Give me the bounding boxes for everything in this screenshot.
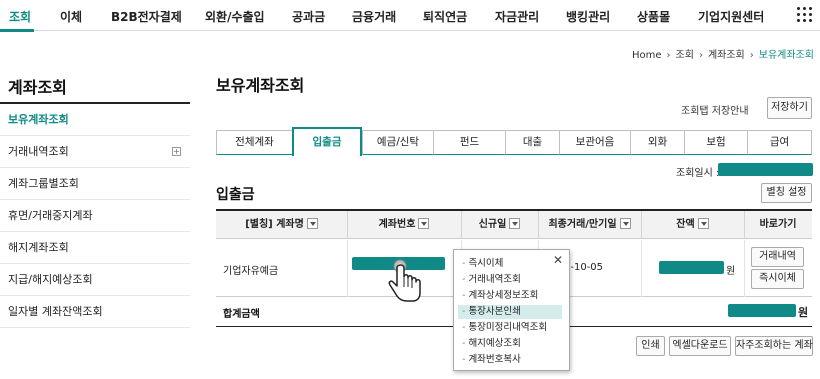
popup-item-closure-estimate[interactable]: - 해지예상조회: [458, 337, 562, 351]
expand-icon[interactable]: +: [172, 147, 181, 156]
sidebar-item-label: 거래내역조회: [8, 145, 69, 158]
popup-item-unposted[interactable]: - 통장미정리내역조회: [458, 321, 562, 335]
excel-download-button[interactable]: 엑셀다운로드: [669, 336, 731, 356]
account-context-popup: ✕ - 즉시이체 - 거래내역조회 - 계좌상세정보조회 - 통장사본인쇄 - 통장미정리…: [453, 249, 570, 371]
column-header-open-date: 신규일: [461, 211, 538, 239]
sort-dropdown-icon[interactable]: [306, 217, 318, 229]
nav-item-inquiry[interactable]: 조회: [9, 8, 31, 25]
tab-fund[interactable]: 펀드: [433, 130, 506, 155]
popup-item-passbook-copy[interactable]: - 통장사본인쇄: [458, 305, 562, 319]
sidebar-item-daily-balance[interactable]: 일자별 계좌잔액조회: [0, 296, 190, 328]
nav-item-b2b[interactable]: B2B전자결제: [111, 8, 182, 25]
tab-loan[interactable]: 대출: [505, 130, 560, 155]
page-title: 보유계좌조회: [216, 76, 305, 95]
column-header-shortcut: 바로가기: [759, 219, 797, 230]
sidebar-item-group[interactable]: 계좌그룹별조회: [0, 168, 190, 200]
breadcrumb-home[interactable]: Home: [632, 50, 662, 61]
tab-savings-trust[interactable]: 예금/신탁: [362, 130, 434, 155]
column-header-alias: [별칭] 계좌명: [216, 211, 347, 239]
column-header-last-date: 최종거래/만기일: [538, 211, 641, 239]
nav-item-finance[interactable]: 금융거래: [352, 8, 396, 25]
print-button[interactable]: 인쇄: [636, 336, 665, 356]
sidebar-item-holdings[interactable]: 보유계좌조회: [0, 104, 190, 136]
nav-item-support[interactable]: 기업지원센터: [698, 8, 764, 25]
save-button[interactable]: 저장하기: [767, 97, 812, 119]
column-header-balance: 잔액: [641, 211, 744, 239]
tab-insurance[interactable]: 보험: [684, 130, 748, 155]
tab-all[interactable]: 전체계좌: [216, 130, 293, 155]
sidebar-item-transactions[interactable]: 거래내역조회 +: [0, 136, 190, 168]
total-unit: 원: [798, 306, 809, 319]
total-amount-value: [728, 304, 796, 317]
account-name-cell: 기업자유예금: [223, 266, 279, 277]
instant-transfer-button[interactable]: 즉시이체: [751, 269, 804, 289]
sort-dropdown-icon[interactable]: [619, 217, 631, 229]
popup-item-history[interactable]: - 거래내역조회: [458, 273, 562, 287]
tab-foreign[interactable]: 외화: [630, 130, 685, 155]
tab-bills[interactable]: 보관어음: [559, 130, 631, 155]
inquiry-time-value: [718, 163, 813, 176]
sidebar-item-dormant[interactable]: 휴면/거래중지계좌: [0, 200, 190, 232]
sort-dropdown-icon[interactable]: [697, 217, 709, 229]
popup-item-copy-number[interactable]: - 계좌번호복사: [458, 353, 562, 367]
sort-dropdown-icon[interactable]: [418, 217, 430, 229]
breadcrumb-current: 보유계좌조회: [758, 50, 814, 61]
tab-salary[interactable]: 급여: [747, 130, 812, 155]
nav-item-transfer[interactable]: 이체: [60, 8, 82, 25]
nav-item-fund-mgmt[interactable]: 자금관리: [495, 8, 539, 25]
tab-deposit-withdrawal[interactable]: 입출금: [292, 127, 362, 156]
breadcrumb-inquiry[interactable]: 조회: [676, 50, 694, 61]
column-header-account-number: 계좌번호: [347, 211, 461, 239]
sort-dropdown-icon[interactable]: [509, 217, 521, 229]
balance-value: [659, 261, 724, 274]
transaction-history-button[interactable]: 거래내역: [751, 247, 804, 267]
all-menu-icon[interactable]: [797, 7, 812, 22]
favorite-accounts-button[interactable]: 자주조회하는 계좌: [735, 336, 813, 356]
sidebar-title: 계좌조회: [8, 78, 67, 97]
chevron-right-icon: ›: [749, 50, 754, 61]
breadcrumb-account[interactable]: 계좌조회: [708, 50, 745, 61]
popup-item-transfer[interactable]: - 즉시이체: [458, 257, 562, 271]
nav-active-indicator: [0, 29, 34, 32]
breadcrumb: Home › 조회 › 계좌조회 › 보유계좌조회: [632, 46, 814, 61]
balance-unit: 원: [726, 266, 736, 277]
nav-item-banking-mgmt[interactable]: 뱅킹관리: [566, 8, 610, 25]
alias-settings-button[interactable]: 별칭 설정: [761, 183, 812, 203]
section-title: 입출금: [216, 187, 255, 203]
chevron-right-icon: ›: [666, 50, 671, 61]
nav-item-forex[interactable]: 외환/수출입: [205, 8, 265, 25]
hand-pointer-icon: [388, 259, 421, 302]
table-header: [별칭] 계좌명 계좌번호 신규일 최종거래/만기일 잔액 바로가기: [216, 211, 812, 239]
total-label: 합계금액: [223, 309, 260, 320]
chevron-right-icon: ›: [698, 50, 703, 61]
sidebar-item-expected[interactable]: 지급/해지예상조회: [0, 264, 190, 296]
nav-item-shop[interactable]: 상품몰: [637, 8, 670, 25]
nav-item-pension[interactable]: 퇴직연금: [423, 8, 467, 25]
popup-item-details[interactable]: - 계좌상세정보조회: [458, 289, 562, 303]
tab-save-guide-link[interactable]: 조회탭 저장안내: [681, 102, 749, 117]
inquiry-time-label: 조회일시 :: [676, 168, 720, 179]
sidebar-item-closed[interactable]: 해지계좌조회: [0, 232, 190, 264]
top-navigation: 조회 이체 B2B전자결제 외환/수출입 공과금 금융거래 퇴직연금 자금관리 …: [0, 0, 820, 32]
account-type-tabs: 전체계좌 입출금 예금/신탁 펀드 대출 보관어음 외화 보험 급여: [216, 127, 812, 156]
nav-item-utility[interactable]: 공과금: [292, 8, 325, 25]
